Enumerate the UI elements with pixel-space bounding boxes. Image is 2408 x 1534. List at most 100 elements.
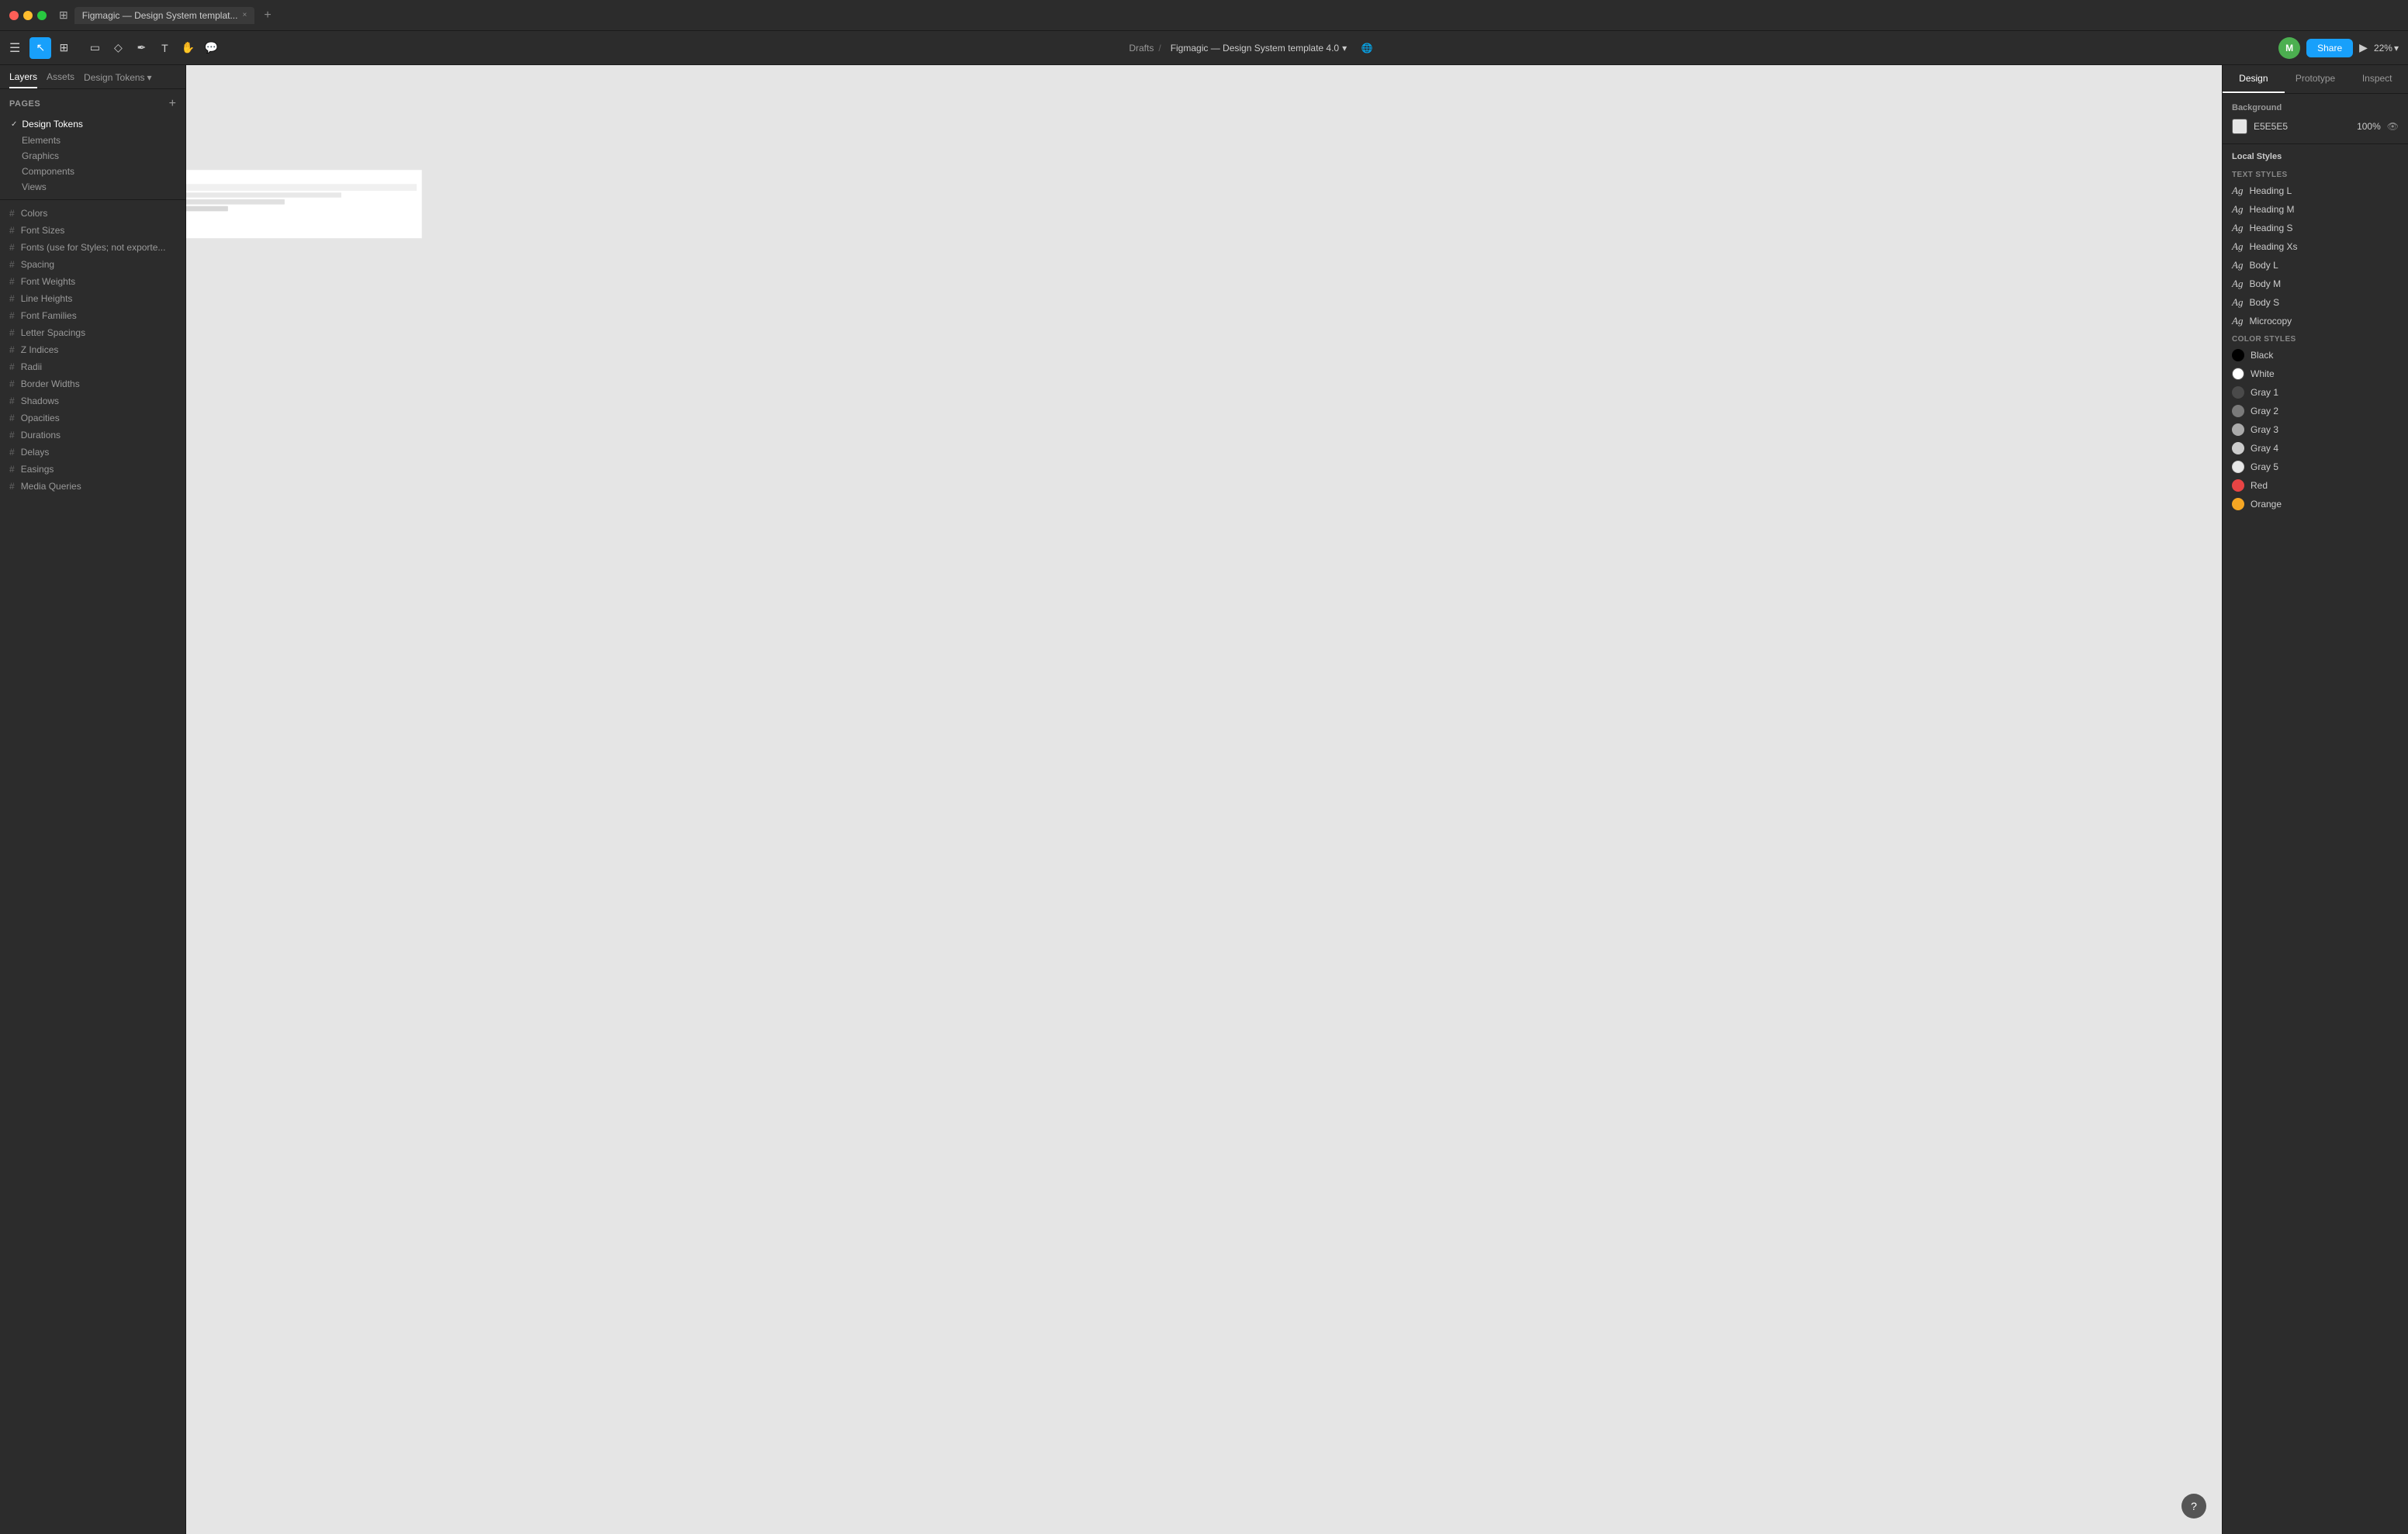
close-button[interactable] <box>9 11 19 20</box>
help-button[interactable]: ? <box>2181 1494 2206 1518</box>
page-subitem-elements[interactable]: Elements <box>0 133 185 148</box>
text-style-label: Body S <box>2249 297 2279 308</box>
layer-item-fonts[interactable]: # Fonts (use for Styles; not exporte... <box>0 239 185 256</box>
canvas[interactable]: Figmagic — Design System template 4.0 Co… <box>186 65 2222 1534</box>
color-style-item-gray1[interactable]: Gray 1 <box>2223 383 2408 402</box>
color-style-label: Gray 5 <box>2251 461 2278 472</box>
layer-item-font-weights[interactable]: # Font Weights <box>0 273 185 290</box>
user-avatar[interactable]: M <box>2278 37 2300 59</box>
color-style-label: Red <box>2251 480 2268 491</box>
sections-row: Colors <box>186 170 422 238</box>
tab-inspect[interactable]: Inspect <box>2346 65 2408 93</box>
sections-row-2: Fonts (us... Heading L Heading M Heading… <box>186 244 422 461</box>
text-style-item-heading-xs[interactable]: Ag Heading Xs <box>2223 237 2408 256</box>
tab-layers[interactable]: Layers <box>9 71 37 88</box>
color-style-item-orange[interactable]: Orange <box>2223 495 2408 513</box>
color-styles-group-label: Color Styles <box>2223 330 2408 346</box>
visibility-toggle-icon[interactable]: 👁 <box>2387 121 2399 132</box>
share-button[interactable]: Share <box>2306 39 2353 57</box>
tool-select-group: ↖ ⊞ <box>29 37 74 59</box>
color-style-item-gray3[interactable]: Gray 3 <box>2223 420 2408 439</box>
text-style-label: Body M <box>2249 278 2281 289</box>
text-style-label: Heading Xs <box>2249 241 2297 252</box>
minimize-button[interactable] <box>23 11 33 20</box>
tab-assets[interactable]: Assets <box>47 71 74 88</box>
text-tool[interactable]: T <box>154 37 175 59</box>
color-style-item-white[interactable]: White <box>2223 364 2408 383</box>
local-styles-label: Local Styles <box>2223 144 2408 166</box>
layer-label: Line Heights <box>21 293 73 304</box>
layer-item-spacing[interactable]: # Spacing <box>0 256 185 273</box>
text-style-ag-icon: Ag <box>2232 278 2243 290</box>
text-style-item-body-s[interactable]: Ag Body S <box>2223 293 2408 312</box>
breadcrumb-drafts[interactable]: Drafts <box>1129 43 1154 54</box>
tab-close-icon[interactable]: × <box>242 11 247 19</box>
add-page-button[interactable]: + <box>169 97 176 111</box>
color-style-item-gray2[interactable]: Gray 2 <box>2223 402 2408 420</box>
layer-item-colors[interactable]: # Colors <box>0 205 185 222</box>
text-style-item-heading-m[interactable]: Ag Heading M <box>2223 200 2408 219</box>
page-subitem-graphics[interactable]: Graphics <box>0 148 185 164</box>
page-subitem-views[interactable]: Views <box>0 179 185 195</box>
present-button[interactable]: ▶ <box>2359 41 2368 54</box>
publish-button[interactable]: 🌐 <box>1356 37 1378 59</box>
layer-item-border-widths[interactable]: # Border Widths <box>0 375 185 392</box>
text-styles-group-label: Text Styles <box>2223 166 2408 181</box>
color-style-item-gray4[interactable]: Gray 4 <box>2223 439 2408 458</box>
color-swatch-gray3 <box>2232 423 2244 436</box>
tab-prototype[interactable]: Prototype <box>2285 65 2347 93</box>
comment-tool[interactable]: 💬 <box>200 37 222 59</box>
layer-item-letter-spacings[interactable]: # Letter Spacings <box>0 324 185 341</box>
select-tool[interactable]: ↖ <box>29 37 51 59</box>
new-tab-button[interactable]: + <box>264 9 271 22</box>
background-opacity[interactable]: 100% <box>2357 121 2381 132</box>
frame-tool[interactable]: ▭ <box>84 37 106 59</box>
layer-item-media-queries[interactable]: # Media Queries <box>0 478 185 495</box>
layer-item-easings[interactable]: # Easings <box>0 461 185 478</box>
hand-tool[interactable]: ✋ <box>177 37 199 59</box>
text-style-item-body-l[interactable]: Ag Body L <box>2223 256 2408 275</box>
text-style-ag-icon: Ag <box>2232 315 2243 327</box>
layer-label: Z Indices <box>21 344 59 355</box>
chevron-down-icon: ▾ <box>1342 43 1347 54</box>
layer-item-font-sizes[interactable]: # Font Sizes <box>0 222 185 239</box>
layer-label: Delays <box>21 447 50 458</box>
layer-item-opacities[interactable]: # Opacities <box>0 409 185 427</box>
maximize-button[interactable] <box>37 11 47 20</box>
shape-tool[interactable]: ◇ <box>107 37 129 59</box>
text-style-item-microcopy[interactable]: Ag Microcopy <box>2223 312 2408 330</box>
color-style-item-gray5[interactable]: Gray 5 <box>2223 458 2408 476</box>
text-style-item-body-m[interactable]: Ag Body M <box>2223 275 2408 293</box>
background-swatch[interactable] <box>2232 119 2247 134</box>
tab-design-tokens[interactable]: Design Tokens ▾ <box>84 72 152 88</box>
active-tab[interactable]: Figmagic — Design System templat... × <box>74 7 255 24</box>
zoom-control[interactable]: 22% ▾ <box>2374 43 2399 54</box>
layer-label: Radii <box>21 361 42 372</box>
text-style-ag-icon: Ag <box>2232 259 2243 271</box>
background-hex[interactable]: E5E5E5 <box>2254 121 2351 132</box>
color-style-item-black[interactable]: Black <box>2223 346 2408 364</box>
traffic-lights <box>9 11 47 20</box>
layer-item-radii[interactable]: # Radii <box>0 358 185 375</box>
scale-tool[interactable]: ⊞ <box>53 37 74 59</box>
text-style-item-heading-l[interactable]: Ag Heading L <box>2223 181 2408 200</box>
toolbar-right: M Share ▶ 22% ▾ <box>2278 37 2399 59</box>
page-subitem-components[interactable]: Components <box>0 164 185 179</box>
layer-item-delays[interactable]: # Delays <box>0 444 185 461</box>
page-item-design-tokens[interactable]: ✓ Design Tokens <box>0 116 185 133</box>
layer-label: Font Weights <box>21 276 75 287</box>
layer-item-durations[interactable]: # Durations <box>0 427 185 444</box>
layer-label: Opacities <box>21 413 60 423</box>
subpage-label: Graphics <box>22 150 59 161</box>
pen-tool[interactable]: ✒ <box>130 37 152 59</box>
color-style-item-red[interactable]: Red <box>2223 476 2408 495</box>
text-style-item-heading-s[interactable]: Ag Heading S <box>2223 219 2408 237</box>
layer-item-z-indices[interactable]: # Z Indices <box>0 341 185 358</box>
layer-item-shadows[interactable]: # Shadows <box>0 392 185 409</box>
layer-item-line-heights[interactable]: # Line Heights <box>0 290 185 307</box>
tab-design[interactable]: Design <box>2223 65 2285 93</box>
file-name-button[interactable]: Figmagic — Design System template 4.0 ▾ <box>1166 40 1351 56</box>
layer-item-font-families[interactable]: # Font Families <box>0 307 185 324</box>
menu-button[interactable]: ☰ <box>9 40 20 56</box>
layer-label: Shadows <box>21 396 59 406</box>
